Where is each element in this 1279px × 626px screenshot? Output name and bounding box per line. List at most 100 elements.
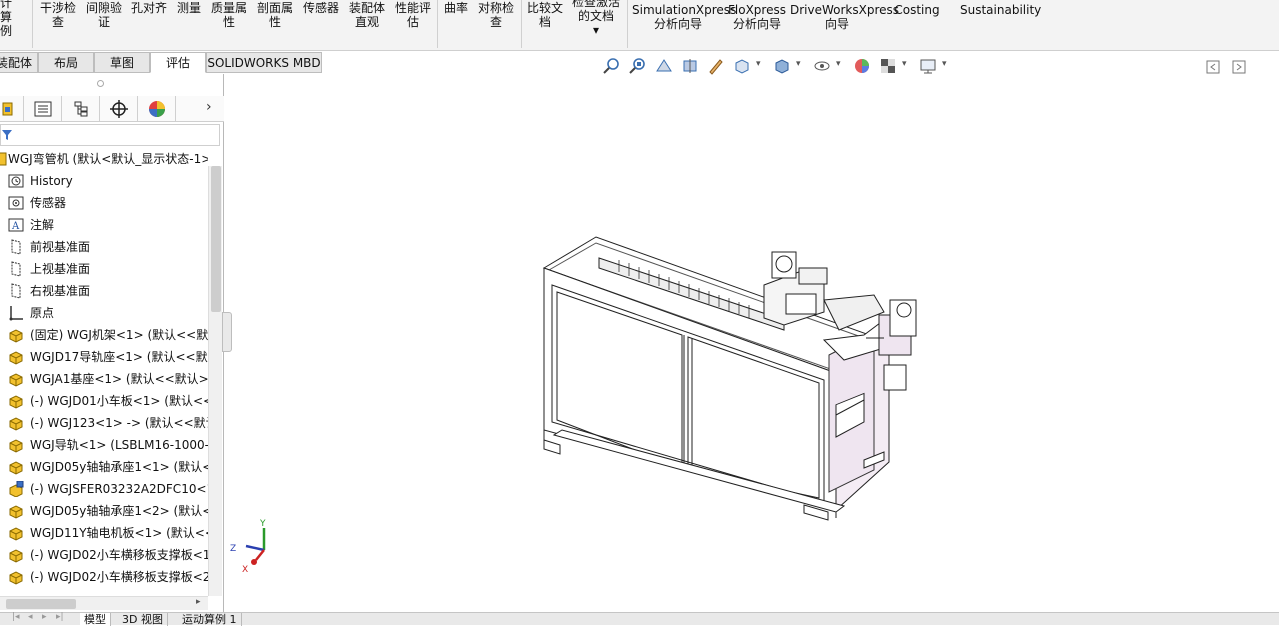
restore-window-icon[interactable] [1206, 60, 1220, 74]
scrollbar-thumb[interactable] [211, 166, 221, 312]
tree-item[interactable]: History [0, 170, 208, 192]
graphics-area[interactable]: Y Z X [224, 80, 1274, 610]
clearance-verify-button[interactable]: 间隙验 证 [84, 0, 124, 29]
prev-tab-icon[interactable]: ◂ [28, 612, 33, 622]
tab-sketch[interactable]: 草图 [94, 52, 150, 73]
tree-horizontal-scrollbar[interactable]: ▸ [0, 596, 208, 610]
check-active-doc-button[interactable]: 检查激活 的文档 ▾ [570, 0, 622, 42]
view-orientation-icon[interactable] [732, 56, 752, 76]
part-icon [8, 459, 24, 475]
ribbon-separator [521, 0, 522, 48]
maximize-window-icon[interactable] [1232, 60, 1246, 74]
tab-evaluate[interactable]: 评估 [150, 52, 206, 73]
curvature-button[interactable]: 曲率 [441, 0, 471, 15]
chevron-down-icon[interactable]: ▾ [942, 59, 947, 69]
view-settings-icon[interactable] [918, 56, 938, 76]
tree-item[interactable]: WGJD05y轴轴承座1<1> (默认< [0, 456, 208, 478]
part-icon [8, 525, 24, 541]
tree-item[interactable]: 前视基准面 [0, 236, 208, 258]
tree-item[interactable]: 上视基准面 [0, 258, 208, 280]
interference-check-button[interactable]: 干涉检 查 [36, 0, 80, 29]
tab-layout[interactable]: 布局 [38, 52, 94, 73]
assembly-icon [0, 152, 7, 166]
tree-item[interactable]: WGJ导轨<1> (LSBLM16-1000-I [0, 434, 208, 456]
property-manager-tab[interactable] [24, 96, 62, 121]
symmetry-check-button[interactable]: 对称检 查 [474, 0, 518, 29]
panel-grip-icon[interactable] [97, 80, 104, 87]
first-tab-icon[interactable]: |◂ [12, 612, 20, 622]
tree-vertical-scrollbar[interactable] [208, 166, 222, 596]
origin-icon [8, 305, 24, 321]
tree-item[interactable]: A 注解 [0, 214, 208, 236]
zoom-to-area-icon[interactable] [628, 56, 648, 76]
section-view-icon[interactable] [680, 56, 700, 76]
zoom-to-fit-icon[interactable] [602, 56, 622, 76]
display-manager-tab[interactable] [138, 96, 176, 121]
tree-item[interactable]: (-) WGJD01小车板<1> (默认<< [0, 390, 208, 412]
heads-up-view-toolbar: ▾ ▾ ▾ ▾ ▾ [600, 56, 960, 78]
apply-scene-icon[interactable] [878, 56, 898, 76]
hide-show-items-icon[interactable] [812, 56, 832, 76]
driveworksxpress-button[interactable]: DriveWorksXpress 向导 [790, 0, 899, 31]
crosshair-icon [109, 99, 128, 118]
tree-filter[interactable] [0, 124, 220, 146]
tab-model[interactable]: 模型 [80, 613, 111, 626]
chevron-down-icon[interactable]: ▾ [796, 59, 801, 69]
hole-align-button[interactable]: 孔对齐 [128, 0, 170, 15]
tab-solidworks-mbd[interactable]: SOLIDWORKS MBD [206, 52, 322, 73]
tree-item[interactable]: 传感器 [0, 192, 208, 214]
measure-button[interactable]: 测量 [174, 0, 204, 15]
plane-icon [8, 261, 24, 277]
chevron-right-icon[interactable]: › [206, 99, 212, 115]
tree-item[interactable]: 右视基准面 [0, 280, 208, 302]
assembly-visualization-button[interactable]: 装配体 直观 [346, 0, 388, 29]
bottom-tab-bar: |◂ ◂ ▸ ▸| 模型 3D 视图 运动算例 1 [0, 612, 1279, 626]
compare-docs-button[interactable]: 比较文 档 [524, 0, 566, 29]
scrollbar-thumb[interactable] [6, 599, 76, 609]
previous-view-icon[interactable] [654, 56, 674, 76]
costing-button[interactable]: Costing [894, 0, 940, 17]
last-tab-icon[interactable]: ▸| [56, 612, 64, 622]
tab-assembly[interactable]: 装配体 [0, 52, 38, 73]
floxpress-button[interactable]: FloXpress 分析向导 [728, 0, 786, 31]
filter-icon [2, 130, 12, 140]
sustainability-button[interactable]: Sustainability [960, 0, 1041, 17]
mass-properties-button[interactable]: 质量属 性 [208, 0, 250, 29]
section-properties-button[interactable]: 剖面属 性 [254, 0, 296, 29]
tree-item[interactable]: 原点 [0, 302, 208, 324]
tree-item[interactable]: (-) WGJSFER03232A2DFC10<1> [0, 478, 208, 500]
feature-manager-tab[interactable] [0, 96, 24, 121]
part-icon [8, 547, 24, 563]
display-style-icon[interactable] [772, 56, 792, 76]
chevron-down-icon[interactable]: ▾ [902, 59, 907, 69]
tree-item[interactable]: WGJD17导轨座<1> (默认<<默认 [0, 346, 208, 368]
tab-motion-study-1[interactable]: 运动算例 1 [178, 613, 242, 626]
chevron-down-icon[interactable]: ▾ [756, 59, 761, 69]
bending-machine-model[interactable] [542, 236, 917, 521]
tree-item-label: WGJD11Y轴电机板<1> (默认<< [30, 526, 208, 540]
dynamic-annotation-icon[interactable] [706, 56, 726, 76]
performance-eval-button[interactable]: 性能评 估 [392, 0, 434, 29]
tree-root-label: WGJ弯管机 (默认<默认_显示状态-1> [8, 152, 208, 166]
calc-example-button[interactable]: 计算 例 [0, 0, 16, 42]
tree-root-assembly[interactable]: WGJ弯管机 (默认<默认_显示状态-1> [0, 148, 208, 170]
tree-item[interactable]: (固定) WGJ机架<1> (默认<<默认 [0, 324, 208, 346]
edit-appearance-icon[interactable] [852, 56, 872, 76]
tree-item[interactable]: (-) WGJD02小车横移板支撑板<1 [0, 544, 208, 566]
tree-item[interactable]: WGJA1基座<1> (默认<<默认>_ [0, 368, 208, 390]
simulationxpress-button[interactable]: SimulationXpress 分析向导 [632, 0, 736, 31]
tree-item[interactable]: (-) WGJ123<1> -> (默认<<默认 [0, 412, 208, 434]
tree-item[interactable]: WGJD05y轴轴承座1<2> (默认< [0, 500, 208, 522]
panel-tab-strip: › [0, 96, 224, 122]
tab-scroll-arrows[interactable]: |◂ ◂ ▸ ▸| [0, 612, 76, 626]
chevron-down-icon[interactable]: ▾ [836, 59, 841, 69]
sensor-button[interactable]: 传感器 [300, 0, 342, 15]
feature-tree: WGJ弯管机 (默认<默认_显示状态-1> History 传感器 A 注解 前视基准面… [0, 148, 208, 596]
dimxpert-manager-tab[interactable] [100, 96, 138, 121]
scroll-right-icon[interactable]: ▸ [196, 597, 201, 607]
tree-item[interactable]: WGJD11Y轴电机板<1> (默认<< [0, 522, 208, 544]
tab-3d-views[interactable]: 3D 视图 [118, 613, 168, 626]
next-tab-icon[interactable]: ▸ [42, 612, 47, 622]
tree-item[interactable]: (-) WGJD02小车横移板支撑板<2 [0, 566, 208, 588]
configuration-manager-tab[interactable] [62, 96, 100, 121]
